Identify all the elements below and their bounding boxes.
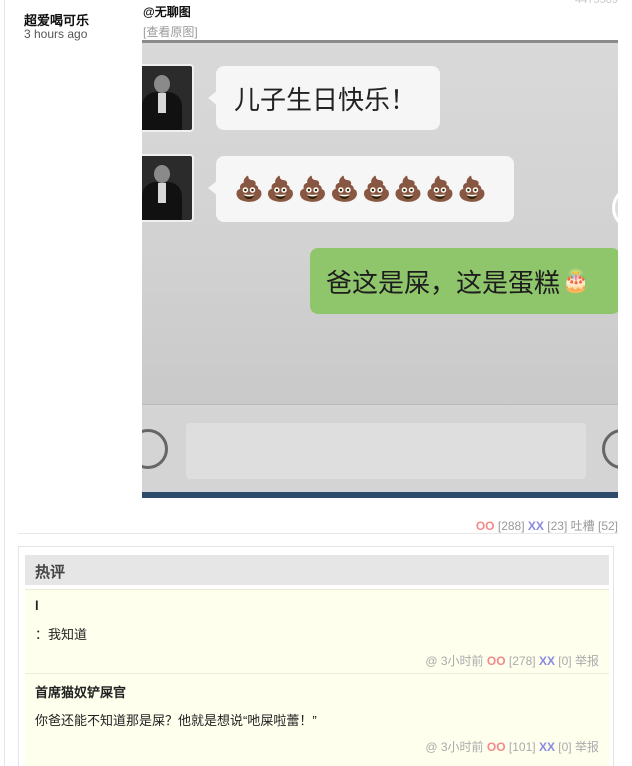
oo-count: [278]: [508, 654, 536, 668]
chat-input-bar: [142, 404, 618, 498]
xx-count: [0]: [558, 654, 572, 668]
xx-button[interactable]: XX: [539, 740, 555, 754]
comment-item: 首席猫奴铲屎官 你爸还能不知道那是屎？他就是想说“吔屎啦蕾！” @ 3小时前 O…: [25, 673, 609, 766]
view-original-link[interactable]: [查看原图]: [143, 23, 198, 40]
image-top-border: [142, 40, 618, 43]
tucao-count: [52]: [597, 519, 618, 533]
post-id[interactable]: 4475509: [575, 0, 618, 6]
comment-footer: @ 3小时前 OO [101] XX [0] 举报: [425, 738, 599, 755]
oo-button[interactable]: OO: [476, 519, 495, 533]
poop-icon: 💩💩💩💩💩💩💩💩: [234, 175, 490, 203]
oo-button[interactable]: OO: [487, 740, 506, 754]
oo-button[interactable]: OO: [487, 654, 506, 668]
emoji-icon: [602, 429, 618, 469]
chat-message: 爸这是屎，这是蛋糕: [326, 267, 561, 298]
side-button: [612, 186, 618, 230]
hot-comments-panel: 热评 l ：我知道 @ 3小时前 OO [278] XX [0] 举报 首席猫奴…: [18, 546, 614, 766]
left-border: [4, 0, 5, 766]
comment-time: 3小时前: [440, 740, 484, 754]
oo-count: [101]: [508, 740, 536, 754]
xx-count: [0]: [558, 740, 572, 754]
hot-comments-title: 热评: [35, 564, 66, 581]
xx-button[interactable]: XX: [528, 519, 544, 533]
comment-author[interactable]: l: [35, 598, 39, 613]
chat-bubble-3: 爸这是屎，这是蛋糕 🎂: [310, 248, 618, 314]
comment-time: 3小时前: [440, 654, 484, 668]
avatar: [142, 64, 194, 132]
comment-text: 你爸还能不知道那是屎？他就是想说“吔屎啦蕾！”: [35, 713, 317, 728]
chat-bubble-2: 💩💩💩💩💩💩💩💩: [216, 156, 514, 222]
comment-text: ：我知道: [35, 627, 88, 642]
report-button[interactable]: 举报: [575, 740, 599, 754]
hot-comments-header: 热评: [25, 555, 609, 585]
comment-item: l ：我知道 @ 3小时前 OO [278] XX [0] 举报: [25, 589, 609, 673]
post-votes: OO [288] XX [23] 吐槽 [52]: [476, 517, 618, 534]
oo-count: [288]: [497, 519, 525, 533]
image-bottom-bar: [142, 492, 618, 498]
post-image[interactable]: 儿子生日快乐！ 💩💩💩💩💩💩💩💩 爸这是屎，这是蛋糕 🎂: [142, 40, 618, 498]
reply-at-button[interactable]: @: [425, 654, 437, 668]
cake-icon: 🎂: [562, 268, 590, 293]
report-button[interactable]: 举报: [575, 654, 599, 668]
xx-count: [23]: [547, 519, 568, 533]
reply-at-button[interactable]: @: [425, 740, 437, 754]
mention-tag[interactable]: @无聊图: [143, 3, 191, 20]
chat-bubble-1: 儿子生日快乐！: [216, 66, 440, 130]
avatar: [142, 154, 194, 222]
tucao-button[interactable]: 吐槽: [571, 519, 595, 533]
divider: [18, 533, 618, 534]
xx-button[interactable]: XX: [539, 654, 555, 668]
comment-author[interactable]: 首席猫奴铲屎官: [35, 682, 126, 701]
chat-input-field: [186, 423, 586, 479]
post-time: 3 hours ago: [24, 27, 88, 41]
comment-footer: @ 3小时前 OO [278] XX [0] 举报: [425, 652, 599, 669]
voice-icon: [142, 429, 168, 469]
chat-message: 儿子生日快乐！: [234, 84, 417, 115]
